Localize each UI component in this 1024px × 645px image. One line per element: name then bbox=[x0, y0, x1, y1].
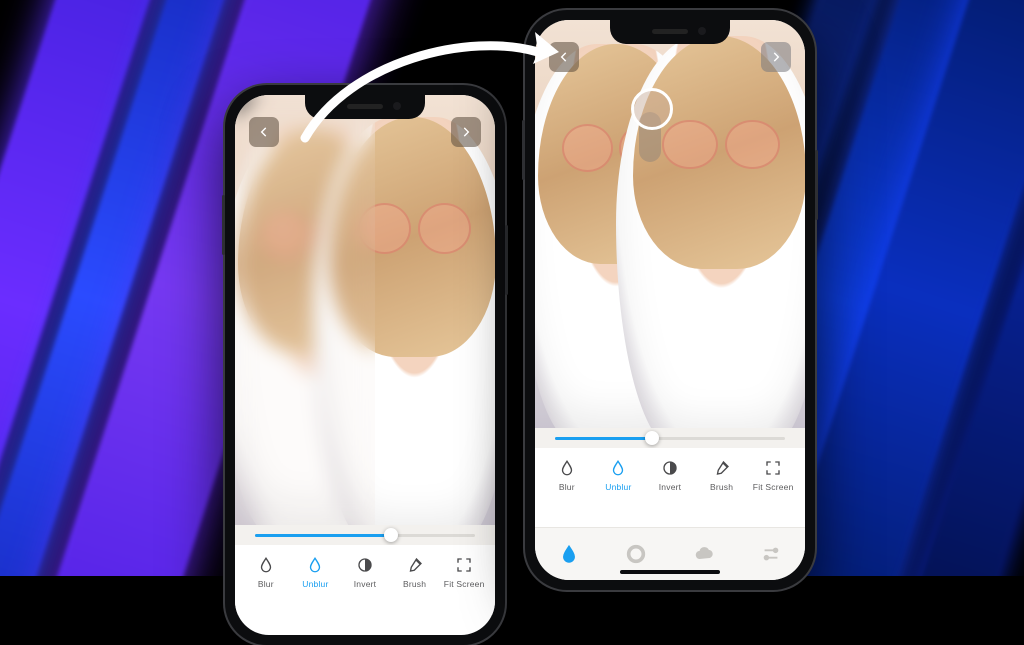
tool-label: Blur bbox=[559, 482, 575, 492]
transition-arrow bbox=[290, 20, 580, 150]
brush-icon bbox=[405, 555, 425, 575]
tool-brush[interactable]: Brush bbox=[391, 555, 439, 589]
tool-label: Brush bbox=[710, 482, 733, 492]
tool-label: Blur bbox=[258, 579, 274, 589]
tool-label: Invert bbox=[354, 579, 376, 589]
tool-label: Fit Screen bbox=[753, 482, 794, 492]
intensity-slider[interactable] bbox=[535, 428, 805, 448]
tab-circle[interactable] bbox=[622, 540, 650, 568]
invert-icon bbox=[355, 555, 375, 575]
unblur-icon bbox=[608, 458, 628, 478]
photo-canvas[interactable] bbox=[235, 95, 495, 525]
tool-fitscreen[interactable]: Fit Screen bbox=[749, 458, 797, 492]
tool-unblur[interactable]: Unblur bbox=[594, 458, 642, 492]
tab-sliders[interactable] bbox=[757, 540, 785, 568]
brush-icon bbox=[712, 458, 732, 478]
blur-icon bbox=[256, 555, 276, 575]
tool-label: Invert bbox=[659, 482, 681, 492]
back-button[interactable] bbox=[249, 117, 279, 147]
tool-label: Fit Screen bbox=[444, 579, 485, 589]
tab-cloud[interactable] bbox=[690, 540, 718, 568]
tool-label: Unblur bbox=[605, 482, 631, 492]
tool-label: Unblur bbox=[302, 579, 328, 589]
tool-invert[interactable]: Invert bbox=[341, 555, 389, 589]
fitscreen-icon bbox=[763, 458, 783, 478]
tool-row: Blur Unblur Invert Brush Fit Screen bbox=[535, 448, 805, 518]
bottom-tab-bar bbox=[535, 527, 805, 580]
fitscreen-icon bbox=[454, 555, 474, 575]
invert-icon bbox=[660, 458, 680, 478]
forward-button[interactable] bbox=[761, 42, 791, 72]
slider-thumb[interactable] bbox=[384, 528, 398, 542]
tool-blur[interactable]: Blur bbox=[543, 458, 591, 492]
blur-icon bbox=[557, 458, 577, 478]
tool-label: Brush bbox=[403, 579, 426, 589]
phone-before: Blur Unblur Invert Brush Fit Screen bbox=[225, 85, 505, 645]
slider-thumb[interactable] bbox=[645, 431, 659, 445]
device-notch bbox=[610, 20, 730, 44]
tool-fitscreen[interactable]: Fit Screen bbox=[440, 555, 488, 589]
intensity-slider[interactable] bbox=[235, 525, 495, 545]
brush-cursor bbox=[631, 88, 673, 130]
tool-unblur[interactable]: Unblur bbox=[291, 555, 339, 589]
blur-region bbox=[235, 95, 375, 525]
tool-brush[interactable]: Brush bbox=[698, 458, 746, 492]
tab-drop[interactable] bbox=[555, 540, 583, 568]
tool-blur[interactable]: Blur bbox=[242, 555, 290, 589]
tool-invert[interactable]: Invert bbox=[646, 458, 694, 492]
tool-row: Blur Unblur Invert Brush Fit Screen bbox=[235, 545, 495, 615]
unblur-icon bbox=[305, 555, 325, 575]
